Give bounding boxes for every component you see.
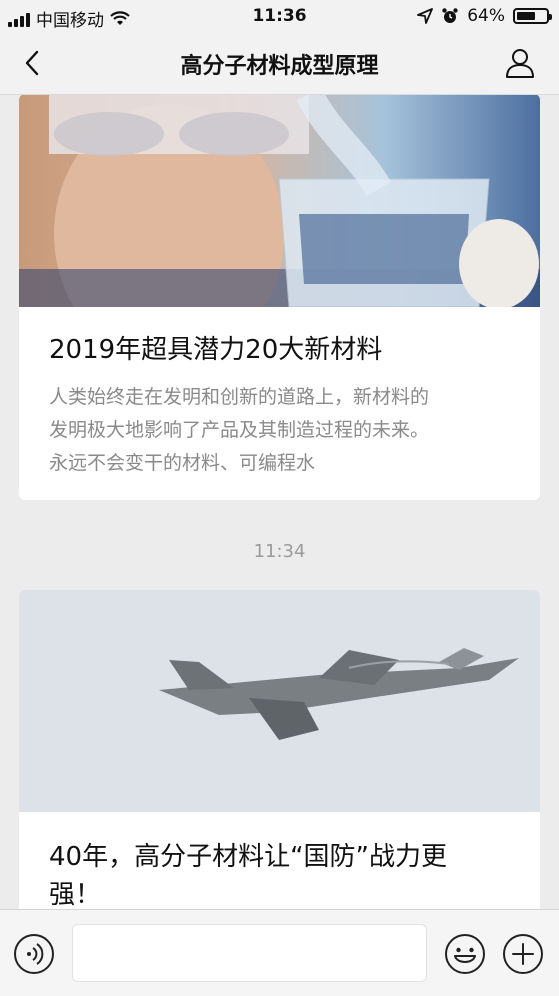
battery-icon bbox=[513, 8, 552, 24]
summary-line: 发明极大地影响了产品及其制造过程的未来。 bbox=[49, 419, 430, 441]
nav-bar: 高分子材料成型原理 bbox=[0, 34, 559, 95]
page-title: 高分子材料成型原理 bbox=[180, 54, 379, 79]
summary-line: 永远不会变干的材料、可编程水 bbox=[49, 452, 316, 474]
emoji-icon[interactable] bbox=[443, 932, 487, 976]
alarm-icon bbox=[442, 8, 458, 23]
lab-beaker-photo[interactable] bbox=[19, 95, 540, 307]
headline-line: 强！ bbox=[49, 880, 102, 909]
headline-line: 40年，高分子材料让“国防”战力更 bbox=[49, 842, 448, 872]
article-headline: 40年，高分子材料让“国防”战力更 强！ bbox=[19, 838, 540, 909]
status-right: 64% bbox=[417, 6, 552, 26]
message-list[interactable]: 2019年超具潜力20大新材料 人类始终走在发明和创新的道路上，新材料的 发明极… bbox=[0, 95, 559, 909]
article-summary: 人类始终走在发明和创新的道路上，新材料的 发明极大地影响了产品及其制造过程的未来… bbox=[19, 381, 540, 480]
message-timestamp: 11:34 bbox=[253, 541, 306, 562]
summary-line: 人类始终走在发明和创新的道路上，新材料的 bbox=[49, 386, 430, 408]
profile-icon[interactable] bbox=[503, 46, 537, 80]
battery-percent: 64% bbox=[467, 6, 505, 26]
stealth-jet-photo[interactable] bbox=[19, 590, 540, 812]
battery-fill bbox=[517, 12, 535, 20]
input-bar bbox=[0, 909, 559, 996]
article-card[interactable]: 40年，高分子材料让“国防”战力更 强！ bbox=[19, 590, 540, 909]
message-input[interactable] bbox=[72, 924, 427, 982]
location-icon bbox=[417, 8, 434, 24]
voice-icon[interactable] bbox=[12, 932, 56, 976]
article-card[interactable]: 2019年超具潜力20大新材料 人类始终走在发明和创新的道路上，新材料的 发明极… bbox=[19, 95, 540, 500]
article-headline: 2019年超具潜力20大新材料 bbox=[49, 335, 383, 365]
status-bar: 中国移动 11:36 64% bbox=[0, 0, 559, 34]
plus-icon[interactable] bbox=[501, 932, 545, 976]
